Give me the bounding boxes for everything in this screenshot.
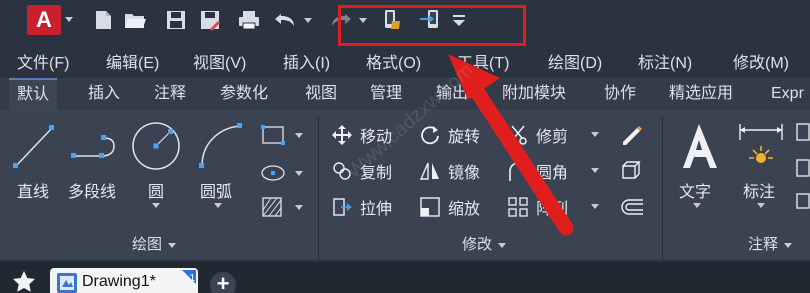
text-chevron-down-icon[interactable] [693,203,701,208]
app-logo-letter: A [36,7,52,32]
ellipse-chevron-down-icon[interactable] [295,171,303,176]
hatch-chevron-down-icon[interactable] [295,205,303,210]
explode-icon[interactable] [619,158,643,187]
text-icon[interactable] [676,118,722,174]
stretch-button[interactable]: 拉伸 [330,194,392,220]
rectangle-chevron-down-icon[interactable] [295,133,303,138]
menu-modify[interactable]: 修改(M) [733,49,789,73]
drawing-tab-label: Drawing1* [82,273,156,290]
text-label[interactable]: 文字 [679,178,711,202]
circle-icon[interactable] [128,118,184,174]
ellipse-icon[interactable] [260,162,286,189]
undo-icon[interactable] [272,7,298,33]
circle-chevron-down-icon[interactable] [152,203,160,208]
save-icon[interactable] [163,7,189,33]
array-chevron-down-icon[interactable] [591,204,599,209]
scale-icon [418,195,442,219]
tab-annotate[interactable]: 注释 [146,78,194,110]
ribbon-tabs: 默认 插入 注释 参数化 视图 管理 输出 附加模块 协作 精选应用 Expr [0,78,810,110]
new-tab-button[interactable]: + [210,272,236,293]
stretch-icon [330,195,354,219]
arc-chevron-down-icon[interactable] [214,203,222,208]
draw-panel-chevron-down-icon [168,242,177,248]
trim-chevron-down-icon[interactable] [591,132,599,137]
circle-label[interactable]: 圆 [148,178,164,202]
line-label[interactable]: 直线 [17,178,49,202]
save-as-icon[interactable] [197,7,223,33]
tab-express[interactable]: Expr [763,78,810,110]
highlight-box [338,5,526,46]
arc-icon[interactable] [194,118,250,174]
tab-badge-count: 1 [189,273,195,284]
drawing-file-icon [56,272,78,293]
panel-divider [318,116,319,260]
star-icon[interactable] [12,270,36,293]
open-icon[interactable] [122,7,148,33]
app-logo-button[interactable]: A [27,5,61,35]
annotation-panel-title: 注释 [748,236,779,253]
tab-drawing1[interactable]: Drawing1* 1 [50,268,198,293]
polyline-label[interactable]: 多段线 [68,178,116,202]
leader-icon[interactable] [795,122,810,217]
mirror-icon [418,159,442,183]
tab-insert[interactable]: 插入 [80,78,128,110]
annotation-panel-footer[interactable]: 注释 [748,233,793,254]
new-icon[interactable] [90,7,116,33]
draw-panel-footer[interactable]: 绘图 [132,233,177,254]
erase-icon[interactable] [619,122,643,151]
menu-view[interactable]: 视图(V) [193,49,246,73]
dimension-chevron-down-icon[interactable] [757,203,765,208]
tab-view[interactable]: 视图 [297,78,345,110]
tab-collaborate[interactable]: 协作 [596,78,644,110]
dimension-label[interactable]: 标注 [743,178,775,202]
menu-format[interactable]: 格式(O) [366,49,421,73]
tab-parametric[interactable]: 参数化 [212,78,276,110]
stretch-label: 拉伸 [360,201,393,218]
document-tabs-bar: Drawing1* 1 + [0,262,810,293]
menu-bar: 文件(F) 编辑(E) 视图(V) 插入(I) 格式(O) 工具(T) 绘图(D… [0,44,810,74]
menu-dimension[interactable]: 标注(N) [638,49,692,73]
tab-featured-apps[interactable]: 精选应用 [661,78,741,110]
polyline-icon[interactable] [68,118,124,174]
annotation-panel-chevron-down-icon [784,242,793,248]
modify-panel-chevron-down-icon [498,242,507,248]
menu-edit[interactable]: 编辑(E) [106,49,159,73]
draw-panel-title: 绘图 [132,236,163,253]
hatch-icon[interactable] [260,196,286,223]
arc-label[interactable]: 圆弧 [200,178,232,202]
tab-default[interactable]: 默认 [9,78,58,110]
menu-insert[interactable]: 插入(I) [283,49,330,73]
fillet-chevron-down-icon[interactable] [591,168,599,173]
modify-panel-title: 修改 [462,236,493,253]
line-icon[interactable] [8,118,64,174]
offset-icon[interactable] [619,196,645,223]
move-icon [330,123,354,147]
panel-divider [662,116,663,260]
menu-file[interactable]: 文件(F) [17,49,69,73]
app-menu-chevron-down-icon[interactable] [65,17,73,22]
tab-manage[interactable]: 管理 [362,78,410,110]
autocad-window: A 文件(F) 编辑(E) 视图(V) 插入(I) 格式(O) 工具(T) 绘图… [0,0,810,293]
dimension-icon[interactable] [736,120,786,172]
rectangle-icon[interactable] [260,124,286,151]
print-icon[interactable] [236,7,262,33]
undo-chevron-down-icon[interactable] [304,18,312,23]
